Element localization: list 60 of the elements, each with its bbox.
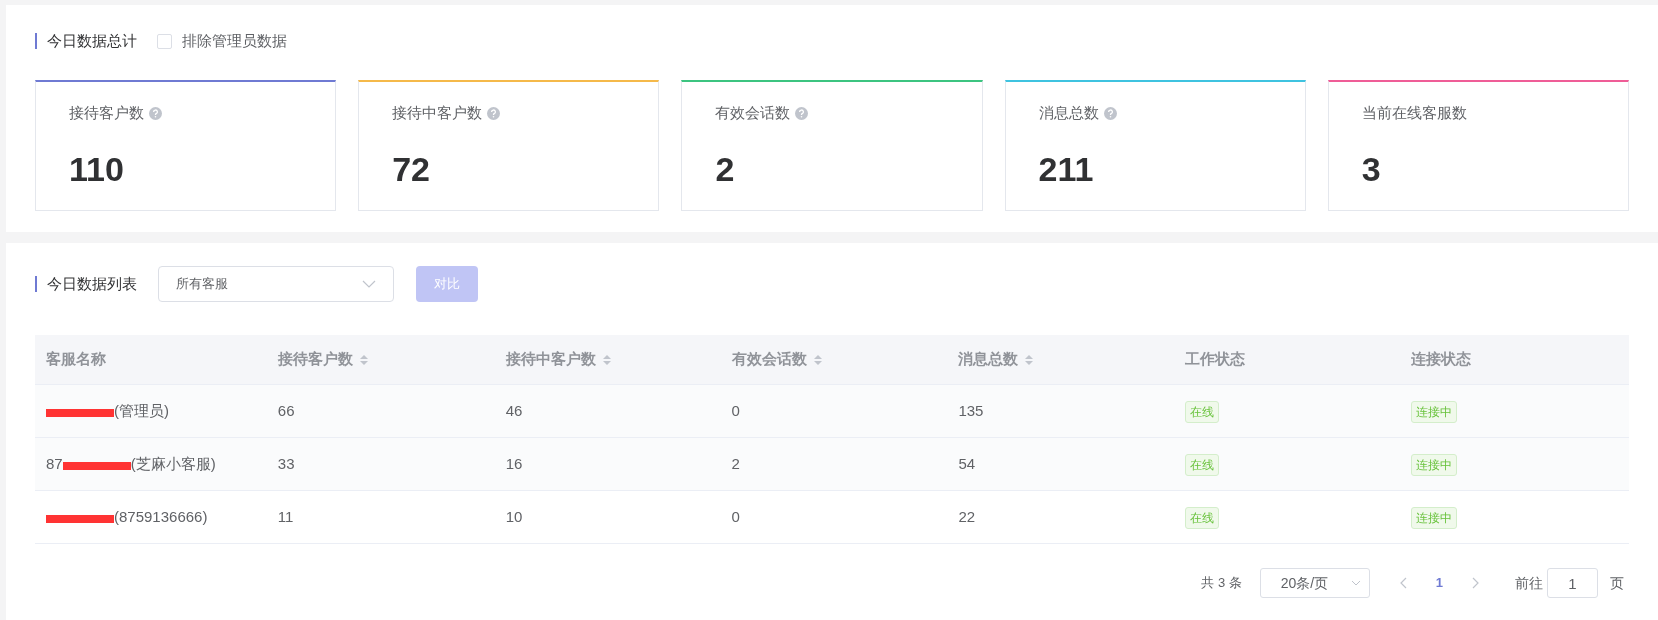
agent-name: (8759136666)	[46, 505, 208, 529]
stat-value: 211	[1038, 148, 1095, 189]
stat-value: 3	[1361, 148, 1382, 189]
table-cell: 54	[958, 454, 976, 472]
page-number[interactable]: 1	[1435, 573, 1443, 593]
table-cell: 0	[731, 401, 740, 419]
column-header[interactable]: 有效会话数	[720, 348, 948, 371]
status-tag: 在线	[1185, 454, 1220, 476]
help-icon[interactable]	[487, 106, 501, 120]
page-size-select[interactable]: 20条/页	[1259, 568, 1370, 598]
stat-label: 接待中客户数	[392, 103, 483, 123]
table-cell: 46	[505, 401, 523, 419]
stat-value: 110	[69, 148, 125, 189]
stat-label: 消息总数	[1038, 103, 1099, 123]
stat-label: 接待客户数	[69, 103, 144, 123]
stat-value: 2	[715, 148, 736, 189]
status-tag: 在线	[1185, 507, 1220, 529]
sort-icon[interactable]	[812, 352, 823, 367]
column-header[interactable]: 消息总数	[947, 348, 1175, 371]
goto-label: 前往	[1515, 573, 1543, 593]
section-title: 今日数据列表	[35, 276, 137, 292]
sort-icon[interactable]	[1024, 352, 1035, 367]
previous-page-icon[interactable]	[1399, 577, 1408, 589]
agent-select[interactable]: 所有客服	[158, 266, 394, 302]
sort-icon[interactable]	[601, 352, 612, 367]
total-count: 共 3 条	[1201, 574, 1242, 593]
column-header[interactable]: 接待中客户数	[494, 348, 721, 371]
stat-value: 72	[392, 148, 431, 189]
column-header: 工作状态	[1184, 349, 1247, 370]
help-icon[interactable]	[795, 106, 809, 120]
stat-label: 有效会话数	[715, 103, 791, 123]
table-cell: 33	[277, 454, 295, 472]
table-cell: 0	[731, 507, 740, 525]
page-input[interactable]: 1	[1547, 568, 1598, 598]
agent-name: (管理员)	[46, 399, 169, 423]
next-page-icon[interactable]	[1471, 577, 1479, 589]
chevron-down-icon	[1350, 580, 1361, 586]
section-title: 今日数据总计	[35, 33, 137, 49]
agent-name: 87 (芝麻小客服)	[46, 453, 216, 474]
exclude-admin-checkbox[interactable]: 排除管理员数据	[157, 29, 287, 53]
table-cell: 2	[731, 454, 740, 472]
chevron-down-icon	[362, 280, 376, 288]
page-suffix: 页	[1610, 573, 1624, 593]
status-tag: 连接中	[1411, 454, 1458, 476]
column-header[interactable]: 接待客户数	[266, 348, 495, 371]
table-cell: 10	[505, 507, 523, 525]
status-tag: 在线	[1185, 401, 1220, 423]
column-header: 客服名称	[45, 349, 107, 370]
stat-label: 当前在线客服数	[1361, 103, 1467, 123]
status-tag: 连接中	[1411, 507, 1458, 529]
help-icon[interactable]	[1103, 106, 1117, 120]
table-cell: 22	[958, 507, 976, 525]
table-cell: 135	[958, 401, 984, 419]
status-tag: 连接中	[1411, 401, 1458, 423]
table-cell: 66	[277, 401, 295, 419]
sort-icon[interactable]	[358, 352, 369, 367]
column-header: 连接状态	[1410, 349, 1473, 370]
table-cell: 16	[505, 454, 523, 472]
help-icon[interactable]	[149, 106, 162, 120]
table-cell: 11	[277, 507, 294, 525]
